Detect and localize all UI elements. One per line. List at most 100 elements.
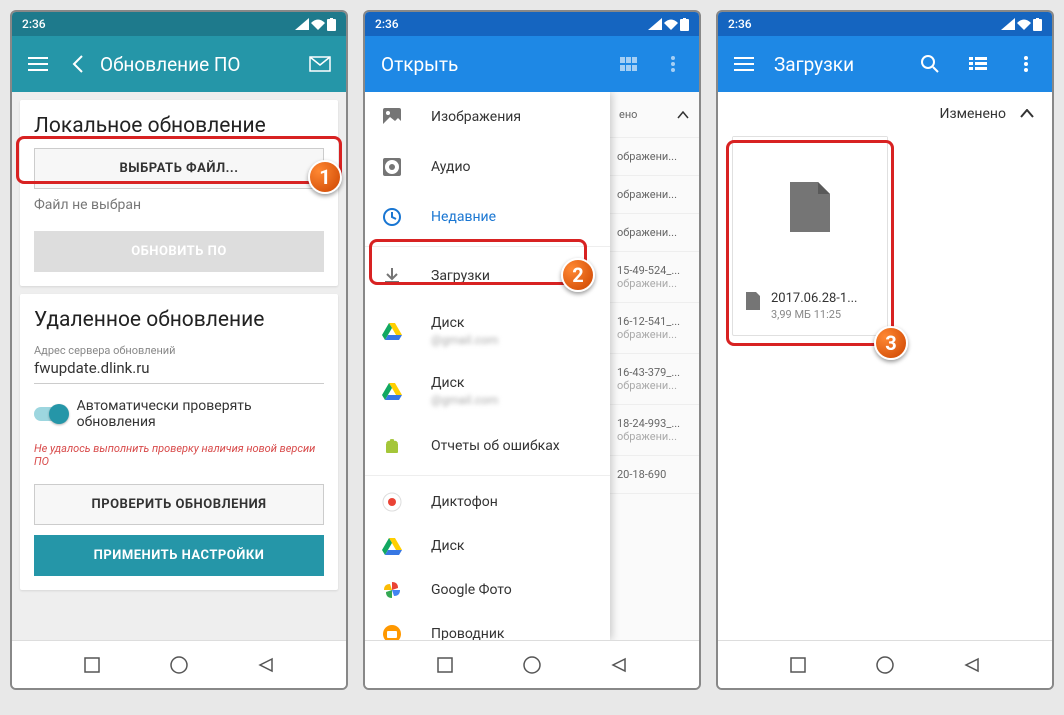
nav-back-icon[interactable] bbox=[964, 657, 980, 673]
remote-heading: Удаленное обновление bbox=[34, 308, 324, 332]
drawer: Изображения Аудио Недавние Загрузки Диск… bbox=[365, 92, 610, 640]
local-heading: Локальное обновление bbox=[34, 114, 324, 138]
signal-icon bbox=[1001, 18, 1015, 30]
menu-icon[interactable] bbox=[20, 46, 56, 82]
content-area: Локальное обновление ВЫБРАТЬ ФАЙЛ... Фай… bbox=[12, 92, 346, 640]
drawer-recorder[interactable]: Диктофон bbox=[365, 480, 610, 524]
status-icons bbox=[648, 18, 689, 31]
drawer-bugs[interactable]: Отчеты об ошибках bbox=[365, 421, 610, 471]
more-icon[interactable] bbox=[1008, 46, 1044, 82]
divider bbox=[365, 475, 610, 476]
drawer-drive-1[interactable]: Диск@gmail.com bbox=[365, 301, 610, 361]
phone-1: 2:36 Обновление ПО Локальное обновление … bbox=[10, 10, 348, 690]
photos-icon bbox=[381, 579, 403, 601]
drawer-images[interactable]: Изображения bbox=[365, 92, 610, 142]
update-button: ОБНОВИТЬ ПО bbox=[34, 231, 324, 272]
file-icon bbox=[788, 180, 832, 234]
wifi-icon bbox=[311, 18, 325, 30]
nav-recent-icon[interactable] bbox=[84, 657, 100, 673]
auto-check-toggle[interactable] bbox=[34, 407, 67, 421]
nav-bar bbox=[12, 640, 346, 688]
file-small-icon bbox=[745, 291, 761, 311]
wifi-icon bbox=[1017, 18, 1031, 30]
chevron-up-icon bbox=[1020, 109, 1034, 119]
battery-icon bbox=[327, 18, 336, 31]
file-info: 2017.06.28-1... 3,99 МБ 11:25 bbox=[733, 277, 887, 335]
check-updates-button[interactable]: ПРОВЕРИТЬ ОБНОВЛЕНИЯ bbox=[34, 484, 324, 525]
signal-icon bbox=[648, 18, 662, 30]
status-bar: 2:36 bbox=[12, 12, 346, 36]
signal-icon bbox=[295, 18, 309, 30]
marker-2: 2 bbox=[561, 258, 595, 292]
mic-icon bbox=[381, 491, 403, 513]
file-name: 2017.06.28-1... bbox=[771, 291, 858, 306]
error-text: Не удалось выполнить проверку наличия но… bbox=[34, 442, 324, 468]
apply-settings-button[interactable]: ПРИМЕНИТЬ НАСТРОЙКИ bbox=[34, 535, 324, 576]
status-time: 2:36 bbox=[22, 17, 46, 31]
battery-icon bbox=[680, 18, 689, 31]
drawer-audio[interactable]: Аудио bbox=[365, 142, 610, 192]
status-icons bbox=[1001, 18, 1042, 31]
sort-header[interactable]: Изменено bbox=[718, 92, 1052, 136]
nav-recent-icon[interactable] bbox=[790, 657, 806, 673]
nav-bar bbox=[718, 640, 1052, 688]
battery-icon bbox=[1033, 18, 1042, 31]
file-tile[interactable]: 2017.06.28-1... 3,99 МБ 11:25 bbox=[732, 136, 888, 336]
drawer-photos[interactable]: Google Фото bbox=[365, 568, 610, 612]
menu-icon[interactable] bbox=[726, 46, 762, 82]
nav-bar bbox=[365, 640, 699, 688]
app-bar: Открыть bbox=[365, 36, 699, 92]
nav-back-icon[interactable] bbox=[258, 657, 274, 673]
search-icon[interactable] bbox=[912, 46, 948, 82]
marker-1: 1 bbox=[308, 160, 342, 194]
drive-icon bbox=[381, 380, 403, 402]
drive-icon bbox=[381, 535, 403, 557]
server-value[interactable]: fwupdate.dlink.ru bbox=[34, 359, 324, 384]
nav-recent-icon[interactable] bbox=[437, 657, 453, 673]
mail-icon[interactable] bbox=[302, 46, 338, 82]
view-grid-icon[interactable] bbox=[611, 46, 647, 82]
status-bar: 2:36 bbox=[718, 12, 1052, 36]
drawer-recent[interactable]: Недавние bbox=[365, 192, 610, 242]
download-icon bbox=[381, 265, 403, 287]
phone-2: 2:36 Открыть ено ображени... ображени...… bbox=[363, 10, 701, 690]
phone-3: 2:36 Загрузки Изменено bbox=[716, 10, 1054, 690]
file-meta: 3,99 МБ 11:25 bbox=[771, 308, 858, 321]
nav-home-icon[interactable] bbox=[170, 656, 188, 674]
folder-icon bbox=[381, 623, 403, 640]
toggle-row: Автоматически проверять обновления bbox=[34, 398, 324, 430]
divider bbox=[365, 246, 610, 247]
drawer-drive-2[interactable]: Диск@gmail.com bbox=[365, 361, 610, 421]
status-bar: 2:36 bbox=[365, 12, 699, 36]
drawer-explorer[interactable]: Проводник bbox=[365, 612, 610, 640]
select-file-button[interactable]: ВЫБРАТЬ ФАЙЛ... bbox=[34, 148, 324, 189]
content-area: ено ображени... ображени... ображени... … bbox=[365, 92, 699, 640]
nav-home-icon[interactable] bbox=[876, 656, 894, 674]
more-icon[interactable] bbox=[655, 46, 691, 82]
view-list-icon[interactable] bbox=[960, 46, 996, 82]
status-icons bbox=[295, 18, 336, 31]
status-time: 2:36 bbox=[728, 17, 752, 31]
server-label: Адрес сервера обновлений bbox=[34, 344, 324, 357]
local-update-card: Локальное обновление ВЫБРАТЬ ФАЙЛ... Фай… bbox=[20, 100, 338, 286]
page-title: Загрузки bbox=[774, 53, 900, 76]
app-bar: Обновление ПО bbox=[12, 36, 346, 92]
android-icon bbox=[381, 435, 403, 457]
sort-label: Изменено bbox=[940, 106, 1006, 122]
drawer-drive-3[interactable]: Диск bbox=[365, 524, 610, 568]
drawer-title: Открыть bbox=[381, 53, 599, 76]
nav-home-icon[interactable] bbox=[523, 656, 541, 674]
no-file-label: Файл не выбран bbox=[34, 197, 324, 213]
wifi-icon bbox=[664, 18, 678, 30]
auto-check-label: Автоматически проверять обновления bbox=[77, 398, 324, 430]
page-title: Обновление ПО bbox=[100, 53, 290, 76]
file-preview bbox=[733, 137, 887, 277]
nav-back-icon[interactable] bbox=[611, 657, 627, 673]
status-time: 2:36 bbox=[375, 17, 399, 31]
drive-icon bbox=[381, 320, 403, 342]
remote-update-card: Удаленное обновление Адрес сервера обнов… bbox=[20, 294, 338, 590]
app-bar: Загрузки bbox=[718, 36, 1052, 92]
audio-icon bbox=[381, 156, 403, 178]
bg-list: ено ображени... ображени... ображени... … bbox=[609, 92, 699, 640]
back-icon[interactable] bbox=[68, 46, 88, 82]
